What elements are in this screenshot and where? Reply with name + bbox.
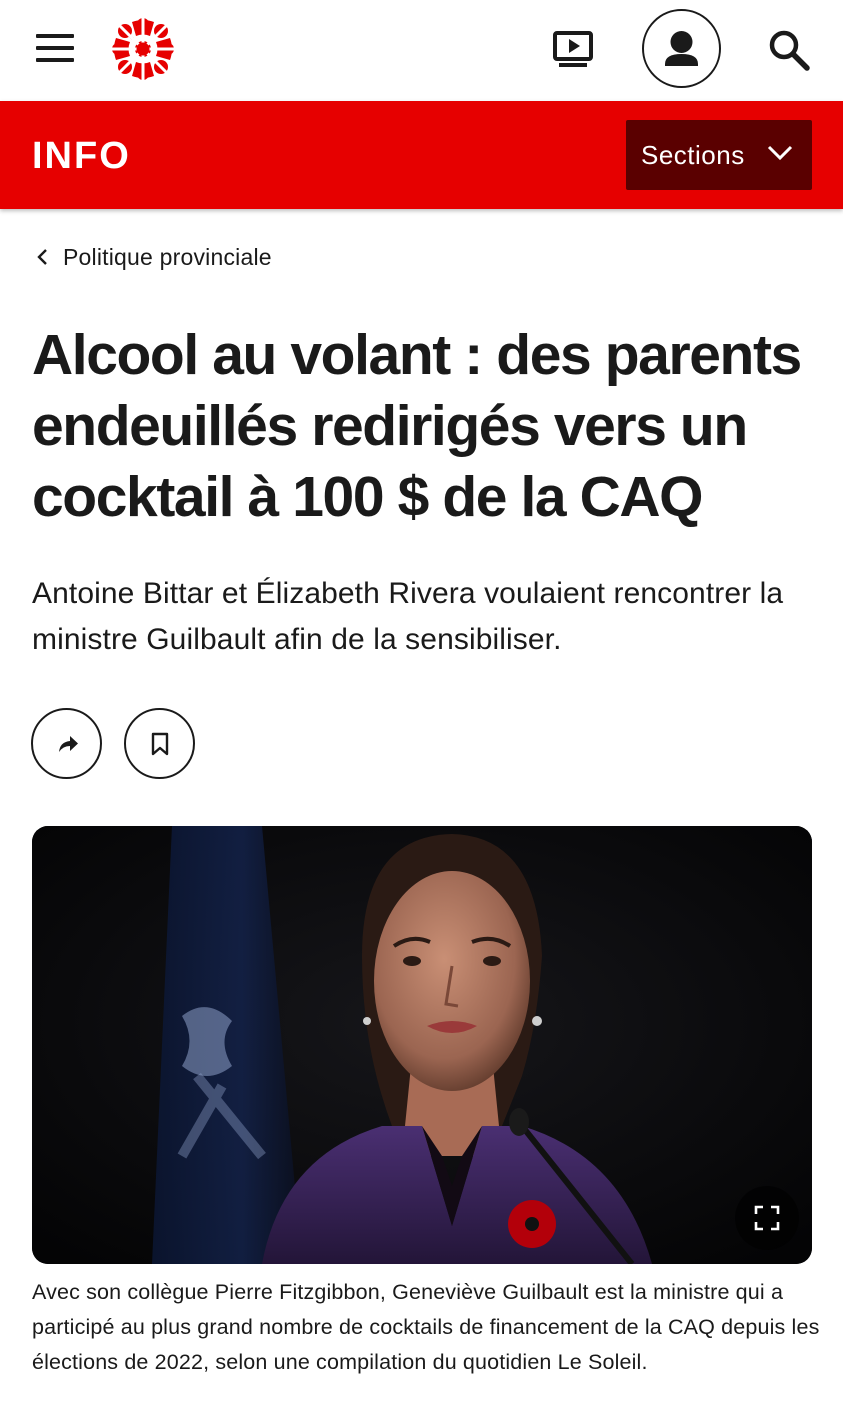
breadcrumb-link[interactable]: Politique provinciale xyxy=(63,244,272,271)
chevron-down-icon xyxy=(767,145,793,161)
radio-canada-gem-logo[interactable] xyxy=(112,18,174,80)
share-icon xyxy=(58,735,78,752)
photo-portrait-image xyxy=(32,826,812,1264)
fullscreen-button[interactable] xyxy=(735,1186,799,1250)
breadcrumb[interactable]: Politique provinciale xyxy=(32,240,272,274)
share-button[interactable] xyxy=(31,708,102,779)
hamburger-menu-icon xyxy=(36,34,74,38)
sections-label: Sections xyxy=(641,139,745,170)
menu-button[interactable] xyxy=(34,30,76,66)
tv-button[interactable] xyxy=(551,27,597,71)
article-photo[interactable] xyxy=(32,826,812,1264)
account-button[interactable] xyxy=(642,9,721,88)
search-icon xyxy=(769,30,810,71)
bookmark-icon xyxy=(151,732,168,755)
bookmark-button[interactable] xyxy=(124,708,195,779)
search-button[interactable] xyxy=(766,27,812,73)
chevron-left-icon xyxy=(37,249,47,265)
article-headline: Alcool au volant : des parents endeuillé… xyxy=(32,323,802,529)
account-icon xyxy=(665,31,698,66)
sections-dropdown-button[interactable]: Sections xyxy=(626,120,812,190)
fullscreen-expand-icon xyxy=(754,1205,780,1231)
article-lede: Antoine Bittar et Élizabeth Rivera voula… xyxy=(32,577,784,656)
tv-play-icon xyxy=(553,31,593,67)
photo-caption: Avec son collègue Pierre Fitzgibbon, Gen… xyxy=(32,1280,820,1374)
hamburger-menu-icon xyxy=(36,58,74,62)
hamburger-menu-icon xyxy=(36,46,74,50)
top-navigation-bar xyxy=(0,0,843,101)
section-title[interactable]: INFO xyxy=(32,135,131,178)
section-bar: INFO Sections xyxy=(0,101,843,209)
